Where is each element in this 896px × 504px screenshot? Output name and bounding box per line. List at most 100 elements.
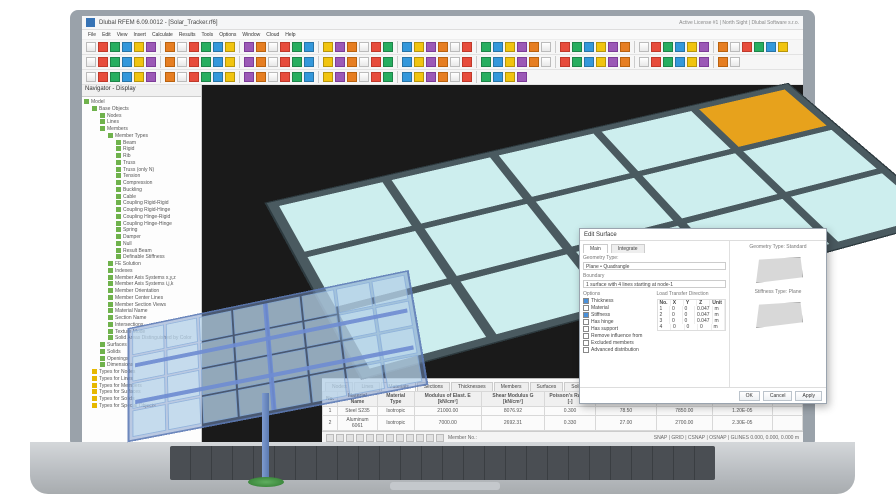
toolbar-button[interactable] <box>146 72 156 82</box>
toolbar-button[interactable] <box>268 57 278 67</box>
toolbar-button[interactable] <box>383 57 393 67</box>
tree-item[interactable]: Definable Stiffness <box>84 254 199 261</box>
toolbar-button[interactable] <box>541 42 551 52</box>
tree-item[interactable]: Base Objects <box>84 106 199 113</box>
toolbar-button[interactable] <box>146 42 156 52</box>
toolbar-button[interactable] <box>268 72 278 82</box>
toolbar-button[interactable] <box>620 42 630 52</box>
toolbar-button[interactable] <box>572 57 582 67</box>
tree-item[interactable]: Members <box>84 126 199 133</box>
tree-item[interactable]: Member Axis Systems x,y,z <box>84 275 199 282</box>
toolbar-button[interactable] <box>675 42 685 52</box>
toolbar-button[interactable] <box>268 42 278 52</box>
toolbar-button[interactable] <box>505 42 515 52</box>
toolbar-button[interactable] <box>481 72 491 82</box>
toolbar-button[interactable] <box>414 42 424 52</box>
toolbar-button[interactable] <box>663 57 673 67</box>
toolbar-button[interactable] <box>359 57 369 67</box>
toolbar-button[interactable] <box>663 42 673 52</box>
toolbar-button[interactable] <box>560 42 570 52</box>
toolbar-button[interactable] <box>438 57 448 67</box>
tree-item[interactable]: Result Beam <box>84 248 199 255</box>
toolbar-button[interactable] <box>189 72 199 82</box>
tree-item[interactable]: FE Solution <box>84 261 199 268</box>
toolbar-button[interactable] <box>189 42 199 52</box>
tree-item[interactable]: Model <box>84 99 199 106</box>
toolbar-button[interactable] <box>165 57 175 67</box>
toolbar-button[interactable] <box>596 42 606 52</box>
toolbar-button[interactable] <box>481 42 491 52</box>
toolbar-button[interactable] <box>280 57 290 67</box>
toolbar-button[interactable] <box>244 72 254 82</box>
col-header[interactable]: Shear Modulus G [kN/cm²] <box>481 392 544 407</box>
toolbar-button[interactable] <box>304 42 314 52</box>
toolbar-button[interactable] <box>608 57 618 67</box>
toolbar-button[interactable] <box>687 42 697 52</box>
toolbar-button[interactable] <box>687 57 697 67</box>
option-check[interactable]: Remove influence from <box>583 333 653 339</box>
toolbar-button[interactable] <box>359 42 369 52</box>
toolbar-button[interactable] <box>596 57 606 67</box>
toolbar-button[interactable] <box>177 72 187 82</box>
toolbar-button[interactable] <box>371 57 381 67</box>
menu-insert[interactable]: Insert <box>133 32 146 38</box>
toolbar-button[interactable] <box>225 42 235 52</box>
bottom-tab[interactable]: Members <box>494 382 529 391</box>
toolbar-button[interactable] <box>414 57 424 67</box>
toolbar-button[interactable] <box>651 57 661 67</box>
toolbar-button[interactable] <box>383 42 393 52</box>
toolbar-button[interactable] <box>177 42 187 52</box>
toolbar-button[interactable] <box>256 57 266 67</box>
toolbar-button[interactable] <box>165 42 175 52</box>
status-tool[interactable] <box>436 434 444 442</box>
toolbar-button[interactable] <box>584 57 594 67</box>
tree-item[interactable]: Rigid <box>84 146 199 153</box>
toolbar-button[interactable] <box>730 57 740 67</box>
tree-item[interactable]: Coupling Rigid-Hinge <box>84 207 199 214</box>
toolbar-button[interactable] <box>426 72 436 82</box>
toolbar-button[interactable] <box>584 42 594 52</box>
toolbar-button[interactable] <box>718 42 728 52</box>
toolbar-button[interactable] <box>493 42 503 52</box>
toolbar-button[interactable] <box>110 57 120 67</box>
cancel-button[interactable]: Cancel <box>763 391 793 401</box>
menu-help[interactable]: Help <box>285 32 295 38</box>
tree-item[interactable]: Coupling Hinge-Rigid <box>84 214 199 221</box>
menu-window[interactable]: Window <box>242 32 260 38</box>
option-check[interactable]: Has support <box>583 326 653 332</box>
toolbar-button[interactable] <box>517 72 527 82</box>
toolbar-button[interactable] <box>189 57 199 67</box>
toolbar-button[interactable] <box>371 72 381 82</box>
toolbar-button[interactable] <box>426 57 436 67</box>
toolbar-button[interactable] <box>201 57 211 67</box>
tree-item[interactable]: Truss (only N) <box>84 167 199 174</box>
toolbar-button[interactable] <box>529 42 539 52</box>
toolbar-button[interactable] <box>244 42 254 52</box>
toolbar-button[interactable] <box>225 57 235 67</box>
tree-item[interactable]: Truss <box>84 160 199 167</box>
toolbar-button[interactable] <box>699 57 709 67</box>
toolbar-button[interactable] <box>292 57 302 67</box>
toolbar-button[interactable] <box>256 42 266 52</box>
bottom-tab[interactable]: Surfaces <box>530 382 564 391</box>
tree-item[interactable]: Null <box>84 241 199 248</box>
toolbar-button[interactable] <box>541 57 551 67</box>
toolbar-button[interactable] <box>110 42 120 52</box>
toolbar-button[interactable] <box>620 57 630 67</box>
toolbar-button[interactable] <box>98 72 108 82</box>
toolbar-button[interactable] <box>402 72 412 82</box>
ok-button[interactable]: OK <box>739 391 760 401</box>
toolbar-button[interactable] <box>177 57 187 67</box>
toolbar-button[interactable] <box>323 57 333 67</box>
toolbar-button[interactable] <box>86 42 96 52</box>
menu-file[interactable]: File <box>88 32 96 38</box>
toolbar-button[interactable] <box>304 72 314 82</box>
toolbar-button[interactable] <box>766 42 776 52</box>
toolbar-button[interactable] <box>560 57 570 67</box>
tree-item[interactable]: Compression <box>84 180 199 187</box>
toolbar-button[interactable] <box>201 72 211 82</box>
toolbar-button[interactable] <box>639 42 649 52</box>
toolbar-button[interactable] <box>256 72 266 82</box>
toolbar-button[interactable] <box>280 42 290 52</box>
toolbar-button[interactable] <box>134 72 144 82</box>
